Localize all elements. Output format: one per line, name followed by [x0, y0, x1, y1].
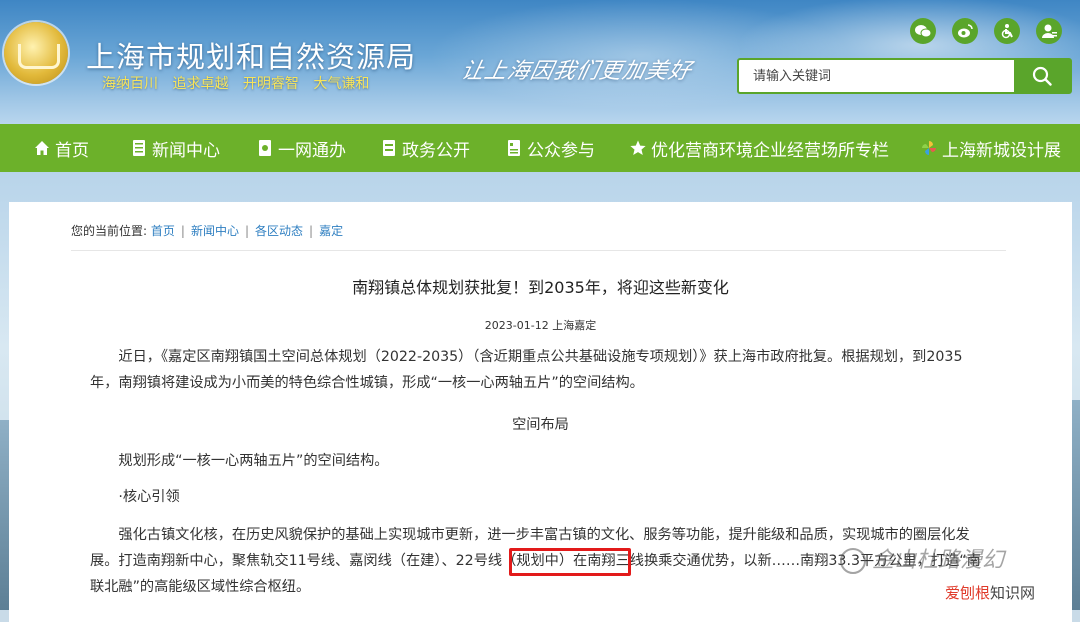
main-nav: 首页 新闻中心 一网通办 政务公开 公众参与 优化营商环境企业经营场所专栏 上海…	[0, 124, 1080, 172]
breadcrumb: 您的当前位置: 首页 | 新闻中心 | 各区动态 | 嘉定	[71, 222, 343, 239]
breadcrumb-separator: |	[244, 224, 249, 238]
breadcrumb-jiading[interactable]: 嘉定	[319, 224, 343, 238]
nav-item-new-city-expo[interactable]: 上海新城设计展	[921, 136, 1061, 161]
article-paragraph: ·核心引领	[118, 489, 180, 505]
site-badge-red: 爱刨根	[945, 584, 991, 602]
nav-item-gov-affairs[interactable]: 政务公开	[381, 136, 470, 161]
service-icon	[259, 140, 271, 156]
nav-item-business-env[interactable]: 优化营商环境企业经营场所专栏	[630, 136, 889, 161]
site-title[interactable]: 上海市规划和自然资源局	[86, 34, 416, 76]
breadcrumb-district-news[interactable]: 各区动态	[255, 224, 303, 238]
nav-label: 优化营商环境企业经营场所专栏	[651, 140, 889, 161]
home-icon	[35, 141, 49, 155]
nav-item-participation[interactable]: 公众参与	[506, 136, 595, 161]
article-title: 南翔镇总体规划获批复！到2035年，将迎这些新变化	[352, 278, 729, 297]
watermark: 金山杜路漫幻	[840, 542, 1004, 574]
article-paragraph: 近日，《嘉定区南翔镇国土空间总体规划（2022-2035）（含近期重点公共基础设…	[90, 349, 963, 391]
breadcrumb-news-center[interactable]: 新闻中心	[191, 224, 239, 238]
calligraphy-slogan: 让上海因我们更加美好	[458, 59, 695, 84]
site-slogan: 海纳百川 追求卓越 开明睿智 大气谦和	[102, 76, 370, 92]
breadcrumb-home[interactable]: 首页	[151, 224, 175, 238]
article-meta: 2023-01-12 上海嘉定	[484, 319, 597, 332]
bureau-logo[interactable]	[4, 22, 68, 84]
breadcrumb-separator: |	[309, 224, 314, 238]
section-heading: 空间布局	[512, 417, 569, 433]
watermark-text: 金山杜路漫幻	[872, 548, 1005, 573]
nav-label: 一网通办	[278, 140, 346, 161]
nav-label: 首页	[55, 140, 89, 161]
search-input[interactable]	[739, 60, 1015, 92]
search-box	[737, 58, 1072, 94]
search-button[interactable]	[1014, 60, 1070, 92]
search-icon	[1032, 66, 1052, 86]
site-badge-gray: 知识网	[990, 584, 1036, 602]
top-icon-bar	[910, 18, 1062, 44]
star-icon	[630, 140, 646, 155]
article-paragraph: 规划形成“一核一心两轴五片”的空间结构。	[118, 453, 389, 469]
site-header: 上海市规划和自然资源局 海纳百川 追求卓越 开明睿智 大气谦和 让上海因我们更加…	[0, 0, 1080, 124]
participation-icon	[508, 140, 520, 156]
breadcrumb-prefix: 您的当前位置:	[71, 224, 148, 238]
red-highlight-annotation	[509, 548, 631, 576]
breadcrumb-separator: |	[180, 224, 185, 238]
nav-label: 公众参与	[527, 140, 595, 161]
nav-item-news[interactable]: 新闻中心	[131, 136, 220, 161]
nav-item-home[interactable]: 首页	[34, 136, 89, 161]
news-icon	[133, 140, 145, 156]
watermark-logo-icon	[840, 548, 866, 574]
wechat-icon[interactable]	[910, 18, 936, 44]
document-icon	[383, 140, 395, 156]
nav-label: 政务公开	[402, 140, 470, 161]
weibo-icon[interactable]	[952, 18, 978, 44]
user-icon[interactable]	[1036, 18, 1062, 44]
nav-item-one-network[interactable]: 一网通办	[257, 136, 346, 161]
nav-label: 上海新城设计展	[942, 140, 1061, 161]
city-skyline-right	[1072, 400, 1080, 610]
nav-label: 新闻中心	[152, 140, 220, 161]
pinwheel-icon	[922, 141, 936, 155]
divider	[71, 250, 1006, 251]
accessibility-icon[interactable]	[994, 18, 1020, 44]
site-badge: 爱刨根知识网	[945, 582, 1035, 603]
